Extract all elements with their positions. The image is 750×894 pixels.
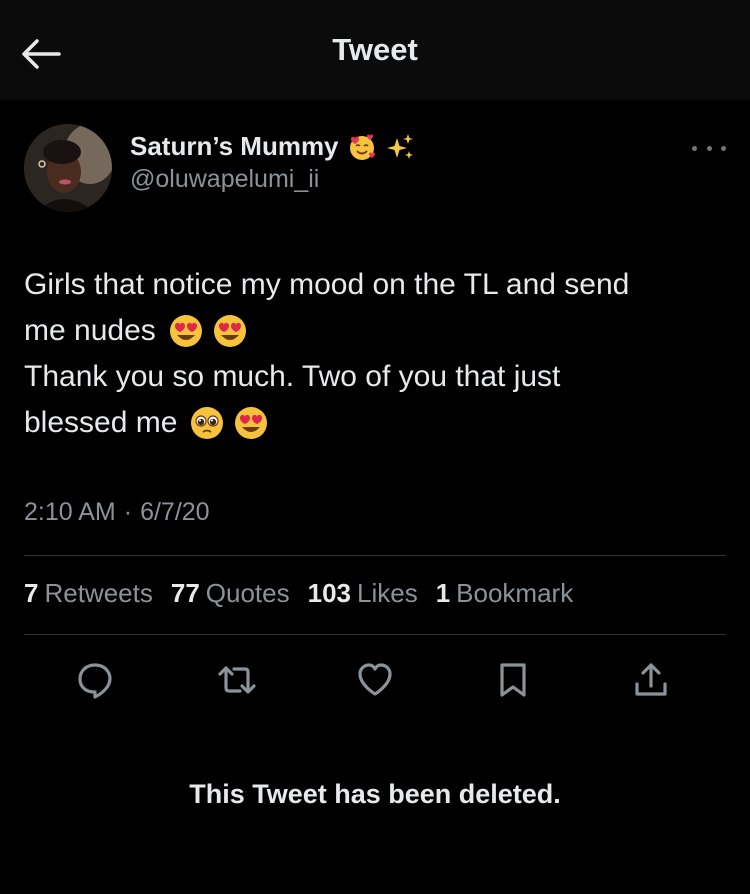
bookmark-icon xyxy=(500,663,526,697)
reply-icon xyxy=(78,663,112,699)
bookmarks-count: 1 xyxy=(435,578,451,608)
retweets-count: 7 xyxy=(24,578,39,608)
more-dot-icon xyxy=(721,145,726,151)
tweet-line: blessed me xyxy=(24,400,724,446)
tweet-line-text: me nudes xyxy=(24,314,156,347)
tweet-line: me nudes xyxy=(24,308,724,354)
tweet-timestamp: 2:10 AM · 6/7/20 xyxy=(24,498,210,527)
tweet-time: 2:10 AM xyxy=(24,498,116,526)
bookmarks-stat[interactable]: 1 Bookmark xyxy=(436,578,574,609)
top-bar: Tweet xyxy=(0,0,750,100)
tweet-line-text: blessed me xyxy=(24,406,178,439)
page-title: Tweet xyxy=(332,32,418,67)
tweet-line: Girls that notice my mood on the TL and … xyxy=(24,262,724,308)
divider xyxy=(24,634,726,635)
quotes-stat[interactable]: 77 Quotes xyxy=(171,578,290,609)
bookmark-button[interactable] xyxy=(488,655,538,705)
retweet-icon xyxy=(218,666,256,694)
smiling-face-with-hearts-icon xyxy=(349,134,375,160)
heart-eyes-emoji-icon xyxy=(213,315,246,347)
retweets-label: Retweets xyxy=(44,578,153,608)
heart-eyes-emoji-icon xyxy=(235,407,268,439)
more-options-button[interactable] xyxy=(692,136,726,160)
tweet-line: Thank you so much. Two of you that just xyxy=(24,354,724,400)
share-icon xyxy=(635,663,667,696)
reply-button[interactable] xyxy=(70,655,120,705)
likes-count: 103 xyxy=(307,578,351,608)
author-name-row[interactable]: Saturn’s Mummy xyxy=(130,131,415,162)
avatar[interactable] xyxy=(24,124,112,212)
share-button[interactable] xyxy=(626,655,676,705)
sparkles-icon xyxy=(386,133,413,159)
retweets-stat[interactable]: 7 Retweets xyxy=(24,578,153,609)
tweet-line-text: Thank you so much. Two of you that just xyxy=(24,360,561,393)
quotes-label: Quotes xyxy=(205,578,290,608)
avatar-photo xyxy=(24,124,112,212)
divider xyxy=(24,555,726,556)
retweet-button[interactable] xyxy=(212,655,262,705)
heart-eyes-emoji-icon xyxy=(169,315,202,347)
like-icon xyxy=(358,663,392,696)
tweet-date: 6/7/20 xyxy=(140,498,210,526)
author-handle[interactable]: @oluwapelumi_ii xyxy=(130,165,319,194)
likes-stat[interactable]: 103 Likes xyxy=(308,578,418,609)
deleted-tweet-notice: This Tweet has been deleted. xyxy=(189,779,561,809)
likes-label: Likes xyxy=(357,578,418,608)
more-dot-icon xyxy=(706,145,712,151)
author-name: Saturn’s Mummy xyxy=(130,131,339,161)
bookmarks-label: Bookmark xyxy=(456,578,574,608)
more-dot-icon xyxy=(692,145,697,151)
tweet-stats: 7 Retweets 77 Quotes 103 Likes 1 Bookmar… xyxy=(24,578,573,609)
tweet-actions xyxy=(24,655,726,705)
timestamp-separator: · xyxy=(123,498,133,526)
tweet-line-text: Girls that notice my mood on the TL and … xyxy=(24,268,630,301)
quotes-count: 77 xyxy=(170,578,200,608)
tweet-text: Girls that notice my mood on the TL and … xyxy=(24,262,724,446)
pleading-face-emoji-icon xyxy=(191,407,224,439)
like-button[interactable] xyxy=(350,655,400,705)
